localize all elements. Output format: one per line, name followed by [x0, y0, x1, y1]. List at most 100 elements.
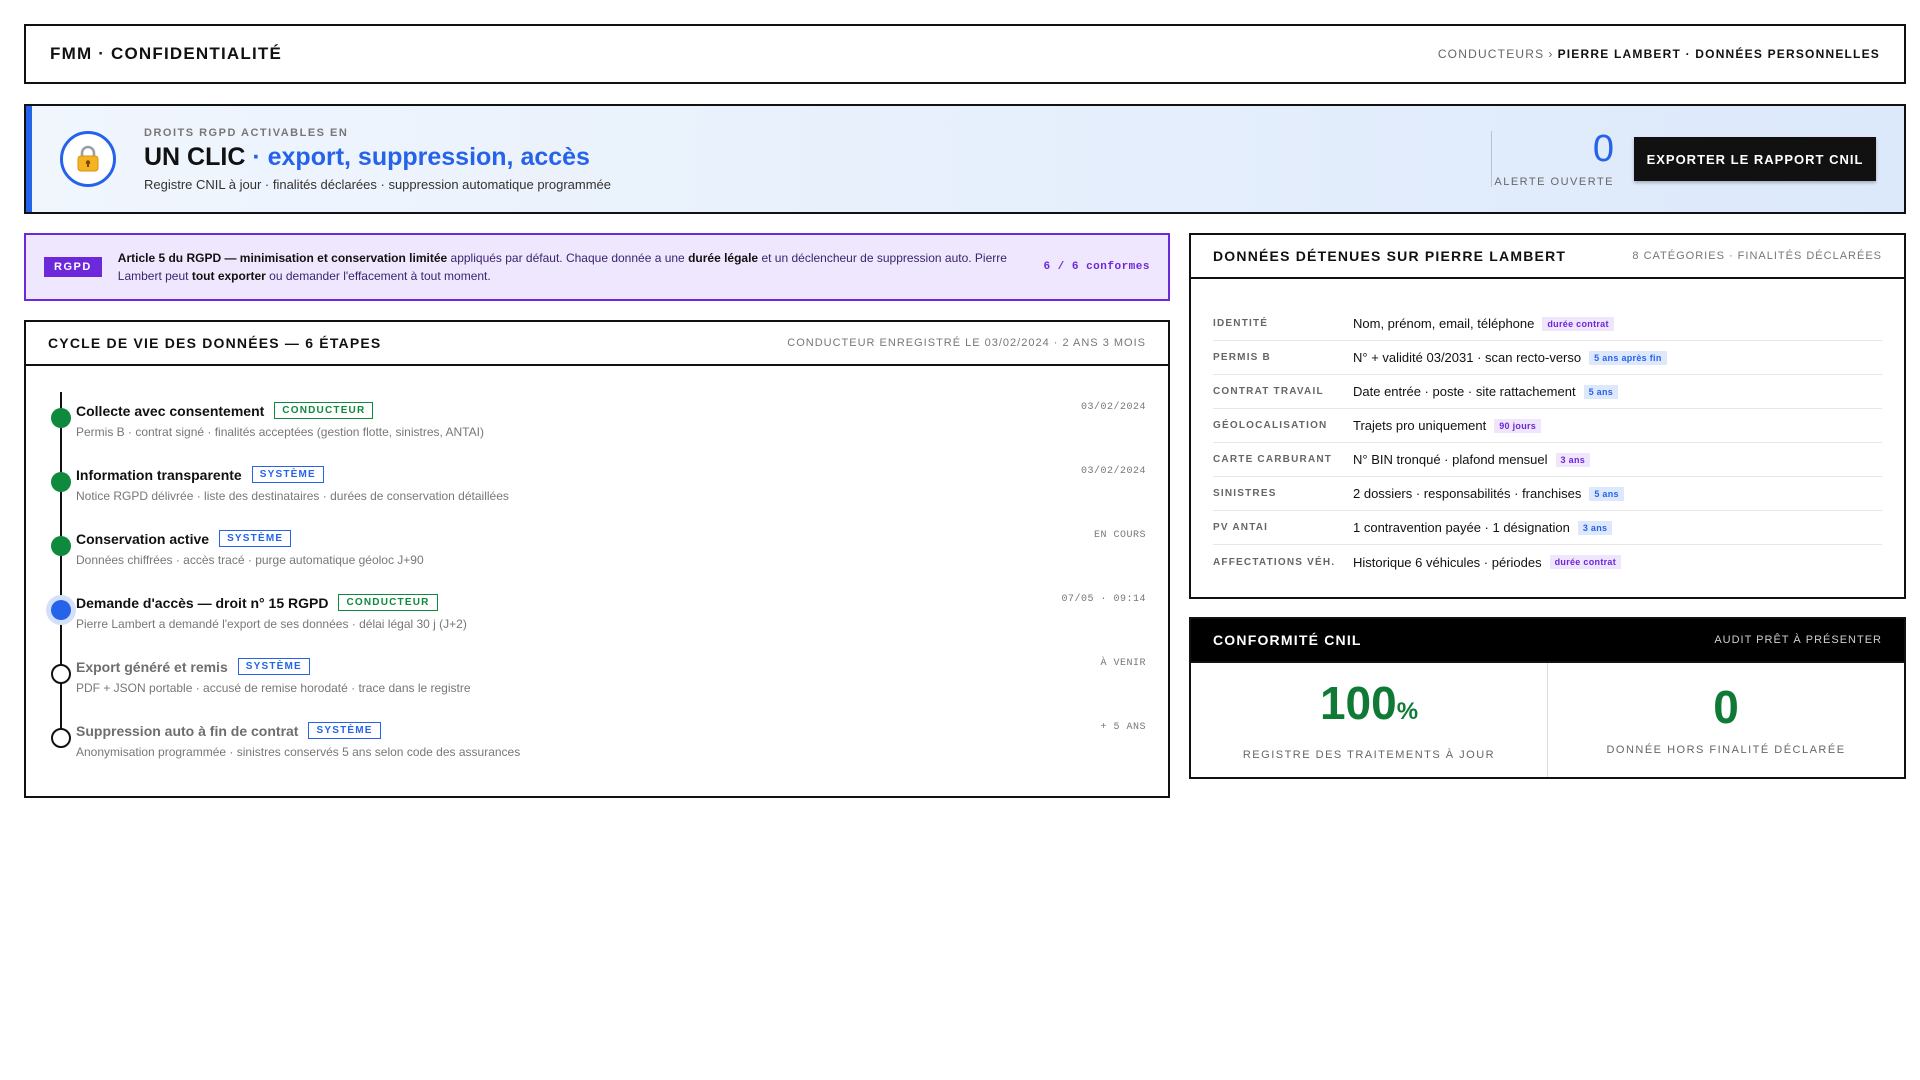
step-heading: Suppression auto à fin de contrat SYSTÈM…: [76, 708, 1146, 739]
step-description: Anonymisation programmée · sinistres con…: [76, 745, 521, 759]
breadcrumb: CONDUCTEURS › PIERRE LAMBERT · DONNÉES P…: [1438, 47, 1880, 61]
timeline-step[interactable]: Suppression auto à fin de contrat SYSTÈM…: [48, 708, 1146, 772]
breadcrumb-conducteurs[interactable]: CONDUCTEURS: [1438, 47, 1545, 61]
timeline-step-active[interactable]: Demande d'accès — droit n° 15 RGPD CONDU…: [48, 580, 1146, 644]
notice-part: Article 5 du RGPD — minimisation et cons…: [117, 251, 448, 265]
banner-title-main: UN CLIC: [144, 142, 246, 171]
step-date: À VENIR: [1100, 658, 1146, 669]
export-cnil-report-button[interactable]: EXPORTER LE RAPPORT CNIL: [1634, 137, 1876, 181]
lifecycle-header: CYCLE DE VIE DES DONNÉES — 6 ÉTAPES COND…: [26, 322, 1168, 366]
data-held-title: DONNÉES DÉTENUES SUR PIERRE LAMBERT: [1213, 248, 1567, 264]
notice-text: Article 5 du RGPD — minimisation et cons…: [118, 249, 1018, 285]
app-brand: FMM · CONFIDENTIALITÉ: [50, 44, 283, 63]
step-done-dot: [51, 536, 71, 556]
retention-pill: durée contrat: [1542, 316, 1614, 331]
step-date: + 5 ANS: [1100, 722, 1146, 733]
outside-purpose-label: DONNÉE HORS FINALITÉ DÉCLARÉE: [1606, 744, 1846, 756]
notice-part: durée légale: [688, 251, 759, 265]
retention-pill: 5 ans: [1583, 384, 1619, 399]
notice-part: ou demander l'effacement à tout moment.: [265, 269, 491, 283]
data-category-row[interactable]: IDENTITÉ Nom, prénom, email, téléphone d…: [1213, 307, 1882, 341]
timeline-step[interactable]: Conservation active SYSTÈME Données chif…: [48, 516, 1146, 580]
data-category-row[interactable]: SINISTRES 2 dossiers · responsabilités ·…: [1213, 477, 1882, 511]
banner-subtitle: Registre CNIL à jour · finalités déclaré…: [144, 176, 612, 192]
category-values: Historique 6 véhicules · périodes: [1353, 554, 1542, 570]
step-done-dot: [51, 472, 71, 492]
gdpr-rights-banner: DROITS RGPD ACTIVABLES EN UN CLIC · expo…: [24, 104, 1906, 214]
data-category-row[interactable]: PERMIS B N° + validité 03/2031 · scan re…: [1213, 341, 1882, 375]
data-category-row[interactable]: GÉOLOCALISATION Trajets pro uniquement 9…: [1213, 409, 1882, 443]
step-description: Données chiffrées · accès tracé · purge …: [76, 553, 424, 567]
step-title: Export généré et remis: [76, 658, 228, 675]
step-description: Pierre Lambert a demandé l'export de ses…: [76, 617, 467, 631]
step-actor-tag: SYSTÈME: [237, 658, 310, 675]
banner-title: UN CLIC · export, suppression, accès: [144, 143, 1491, 172]
outside-purpose-kpi: 0 DONNÉE HORS FINALITÉ DÉCLARÉE: [1547, 663, 1904, 777]
step-heading: Export généré et remis SYSTÈME: [76, 644, 1146, 675]
category-name: PERMIS B: [1213, 352, 1271, 363]
cnil-meta: AUDIT PRÊT À PRÉSENTER: [1714, 634, 1882, 646]
rgpd-article5-notice: RGPD Article 5 du RGPD — minimisation et…: [24, 233, 1170, 301]
cnil-kpis: 100% REGISTRE DES TRAITEMENTS À JOUR 0 D…: [1191, 663, 1904, 777]
breadcrumb-current: PIERRE LAMBERT · DONNÉES PERSONNELLES: [1557, 47, 1880, 61]
step-heading: Conservation active SYSTÈME: [76, 516, 1146, 547]
step-title: Collecte avec consentement: [76, 402, 265, 419]
data-held-panel: DONNÉES DÉTENUES SUR PIERRE LAMBERT 8 CA…: [1189, 233, 1906, 599]
outside-purpose-value: 0: [1713, 681, 1739, 733]
data-category-row[interactable]: CARTE CARBURANT N° BIN tronqué · plafond…: [1213, 443, 1882, 477]
banner-kicker: DROITS RGPD ACTIVABLES EN: [144, 126, 349, 139]
step-heading: Collecte avec consentement CONDUCTEUR: [76, 388, 1146, 419]
cnil-compliance-panel: CONFORMITÉ CNIL AUDIT PRÊT À PRÉSENTER 1…: [1189, 617, 1906, 779]
data-held-header: DONNÉES DÉTENUES SUR PIERRE LAMBERT 8 CA…: [1191, 235, 1904, 279]
step-title: Information transparente: [76, 466, 242, 483]
lifecycle-title: CYCLE DE VIE DES DONNÉES — 6 ÉTAPES: [48, 335, 382, 351]
registry-number: 100: [1319, 676, 1397, 729]
banner-text: DROITS RGPD ACTIVABLES EN UN CLIC · expo…: [144, 127, 1491, 192]
retention-pill: durée contrat: [1549, 555, 1622, 569]
step-title: Conservation active: [76, 530, 210, 547]
category-name: CARTE CARBURANT: [1213, 454, 1333, 465]
notice-part: appliqués par défaut. Chaque donnée a un…: [447, 251, 689, 265]
data-lifecycle-panel: CYCLE DE VIE DES DONNÉES — 6 ÉTAPES COND…: [24, 320, 1170, 798]
step-heading: Demande d'accès — droit n° 15 RGPD CONDU…: [76, 580, 1146, 611]
timeline-step[interactable]: Export généré et remis SYSTÈME PDF + JSO…: [48, 644, 1146, 708]
timeline: Collecte avec consentement CONDUCTEUR Pe…: [26, 366, 1168, 772]
timeline-step[interactable]: Information transparente SYSTÈME Notice …: [48, 452, 1146, 516]
retention-pill: 3 ans: [1577, 520, 1613, 535]
data-category-row[interactable]: PV ANTAI 1 contravention payée · 1 désig…: [1213, 511, 1882, 545]
data-held-meta: 8 CATÉGORIES · FINALITÉS DÉCLARÉES: [1632, 250, 1882, 262]
category-values: N° + validité 03/2031 · scan recto-verso: [1353, 350, 1582, 365]
retention-pill: 3 ans: [1555, 452, 1591, 467]
step-description: Permis B · contrat signé · finalités acc…: [76, 425, 484, 439]
step-pending-dot: [51, 664, 71, 684]
step-actor-tag: SYSTÈME: [219, 530, 292, 547]
data-category-list: IDENTITÉ Nom, prénom, email, téléphone d…: [1191, 279, 1904, 579]
breadcrumb-separator: ›: [1548, 47, 1554, 61]
category-name: GÉOLOCALISATION: [1213, 420, 1328, 431]
step-actor-tag: CONDUCTEUR: [274, 402, 374, 419]
step-heading: Information transparente SYSTÈME: [76, 452, 1146, 483]
retention-pill: 90 jours: [1494, 418, 1542, 433]
category-values: 2 dossiers · responsabilités · franchise…: [1353, 486, 1582, 501]
step-actor-tag: SYSTÈME: [251, 466, 324, 483]
retention-pill: 5 ans après fin: [1589, 350, 1667, 365]
category-values: 1 contravention payée · 1 désignation: [1353, 520, 1570, 535]
category-name: AFFECTATIONS VÉH.: [1213, 556, 1336, 568]
registry-kpi: 100% REGISTRE DES TRAITEMENTS À JOUR: [1191, 663, 1547, 777]
step-date: 07/05 · 09:14: [1061, 594, 1146, 605]
category-name: SINISTRES: [1213, 488, 1277, 499]
compliance-count: 6 / 6 conformes: [1043, 261, 1150, 273]
category-name: CONTRAT TRAVAIL: [1213, 386, 1324, 397]
open-alerts-label: ALERTE OUVERTE: [1494, 176, 1614, 188]
data-category-row[interactable]: CONTRAT TRAVAIL Date entrée · poste · si…: [1213, 375, 1882, 409]
data-category-row[interactable]: AFFECTATIONS VÉH. Historique 6 véhicules…: [1213, 545, 1882, 579]
retention-pill: 5 ans: [1589, 486, 1624, 501]
category-name: PV ANTAI: [1213, 522, 1269, 533]
category-values: Trajets pro uniquement: [1353, 418, 1487, 433]
step-active-dot: [51, 600, 71, 620]
top-bar: FMM · CONFIDENTIALITÉ CONDUCTEURS › PIER…: [24, 24, 1906, 84]
timeline-step[interactable]: Collecte avec consentement CONDUCTEUR Pe…: [48, 388, 1146, 452]
step-actor-tag: SYSTÈME: [308, 722, 381, 739]
open-alerts: 0 ALERTE OUVERTE: [1492, 130, 1634, 188]
step-title: Suppression auto à fin de contrat: [76, 722, 299, 739]
